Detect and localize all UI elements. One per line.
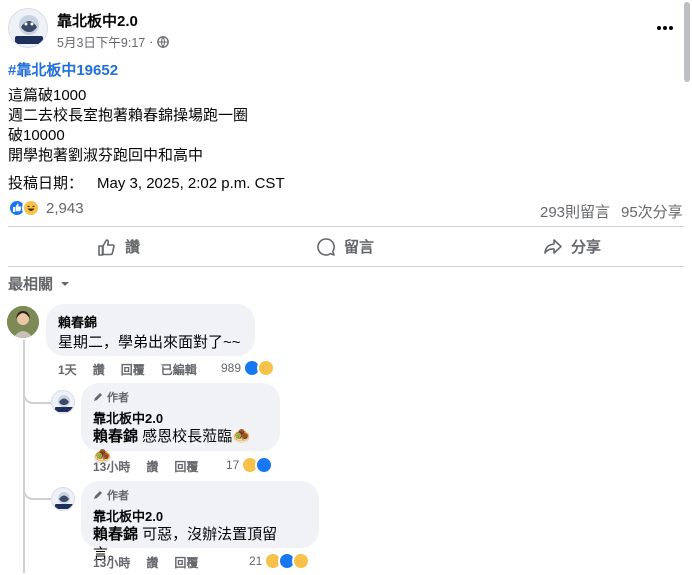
comment-author[interactable]: 賴春錦 [58,312,243,331]
like-label: 讚 [125,239,141,256]
page-name[interactable]: 靠北板中2.0 [57,10,138,31]
post-meta: 5月3日下午9:17 · [57,32,170,51]
author-badge-label: 作者 [107,392,129,404]
haha-reaction-icon [257,359,276,377]
pencil-icon [94,393,102,401]
thumbs-up-icon [98,238,115,256]
reply-bubble: 作者 靠北板中2.0 賴春錦 感恩校長蒞臨🧆🧆 [81,383,280,465]
author-badge-label: 作者 [107,490,129,502]
mention-link[interactable]: 賴春錦 [93,428,138,445]
reaction-count[interactable]: 2,943 [46,200,84,217]
post-line-2: 週二去校長室抱著賴春錦操場跑一圈 [8,107,249,124]
author-badge: 作者 [93,389,268,405]
reply-bubble: 作者 靠北板中2.0 賴春錦 可惡，沒辦法置頂留言。 [81,481,319,563]
reply-body: 感恩校長蒞臨 [138,428,233,445]
comment-label: 留言 [344,239,375,256]
sad-reaction-icon [292,552,311,570]
comment-edited-label[interactable]: 已編輯 [161,361,197,378]
share-button[interactable]: 分享 [543,236,601,257]
sort-dropdown[interactable]: 最相關 [8,273,71,294]
submit-label: 投稿日期： [8,175,84,192]
reply-reactions[interactable]: 17 [226,456,274,474]
share-arrow-icon [544,238,562,254]
like-button[interactable]: 讚 [97,236,140,257]
reply-avatar[interactable] [51,390,75,414]
comment-like-button[interactable]: 讚 [93,361,105,378]
page-logo [15,15,43,44]
divider-top [8,226,684,227]
thread-elbow-2 [23,476,51,500]
post-line-1: 這篇破1000 [8,87,87,104]
comment-time[interactable]: 1天 [58,361,77,378]
thread-line [23,340,25,573]
like-reaction-icon [255,456,274,474]
submit-date: May 3, 2025, 2:02 p.m. CST [97,175,285,192]
comment-reactions[interactable]: 989 [221,359,276,377]
reply-like-button[interactable]: 讚 [146,458,158,475]
divider-bottom [8,266,684,267]
scrollbar[interactable] [684,2,690,82]
reply-actions: 13小時 讚 回覆 [93,554,198,571]
haha-reaction-icon [22,199,40,217]
reply-author[interactable]: 靠北板中2.0 [93,408,268,427]
more-options-icon[interactable] [655,18,675,38]
reply-reaction-count: 17 [226,458,240,472]
reply-reactions[interactable]: 21 [249,552,311,570]
sort-label: 最相關 [8,276,54,293]
globe-icon [157,35,170,48]
submit-date-line: 投稿日期： May 3, 2025, 2:02 p.m. CST [8,174,285,194]
meta-separator: · [149,34,154,49]
reaction-summary[interactable]: 2,943 [8,199,84,217]
reply-actions: 13小時 讚 回覆 [93,458,198,475]
page-avatar[interactable] [8,8,48,48]
pencil-icon [94,491,102,499]
thread-elbow-1 [23,380,51,404]
reply-time[interactable]: 13小時 [93,554,130,571]
comment-reply-button[interactable]: 回覆 [121,361,145,378]
share-label: 分享 [571,239,602,256]
chevron-down-icon [61,281,70,286]
reply-avatar[interactable] [51,487,75,511]
post-line-4: 開學抱著劉淑芬跑回中和高中 [8,147,204,164]
post-line-3: 破10000 [8,127,65,144]
commenter-avatar[interactable] [7,306,39,338]
reply-reaction-count: 21 [249,554,263,568]
comment-count[interactable]: 293則留言 [540,201,610,222]
comment-button[interactable]: 留言 [316,236,374,257]
reply-reply-button[interactable]: 回覆 [174,458,198,475]
reply-time[interactable]: 13小時 [93,458,130,475]
comment-reaction-count: 989 [221,361,242,375]
mention-link[interactable]: 賴春錦 [93,526,138,543]
author-badge: 作者 [93,487,307,503]
reply-author[interactable]: 靠北板中2.0 [93,506,307,525]
comment-text: 星期二，學弟出來面對了~~ [58,334,241,351]
post-timestamp[interactable]: 5月3日下午9:17 [57,32,145,51]
share-count[interactable]: 95次分享 [621,201,683,222]
comment-actions: 1天 讚 回覆 已編輯 [58,361,197,378]
reply-reply-button[interactable]: 回覆 [174,554,198,571]
comment-bubble: 賴春錦 星期二，學弟出來面對了~~ [46,304,255,356]
post-hashtag[interactable]: #靠北板中19652 [8,59,118,80]
reply-like-button[interactable]: 讚 [146,554,158,571]
comment-bubble-icon [317,237,335,256]
